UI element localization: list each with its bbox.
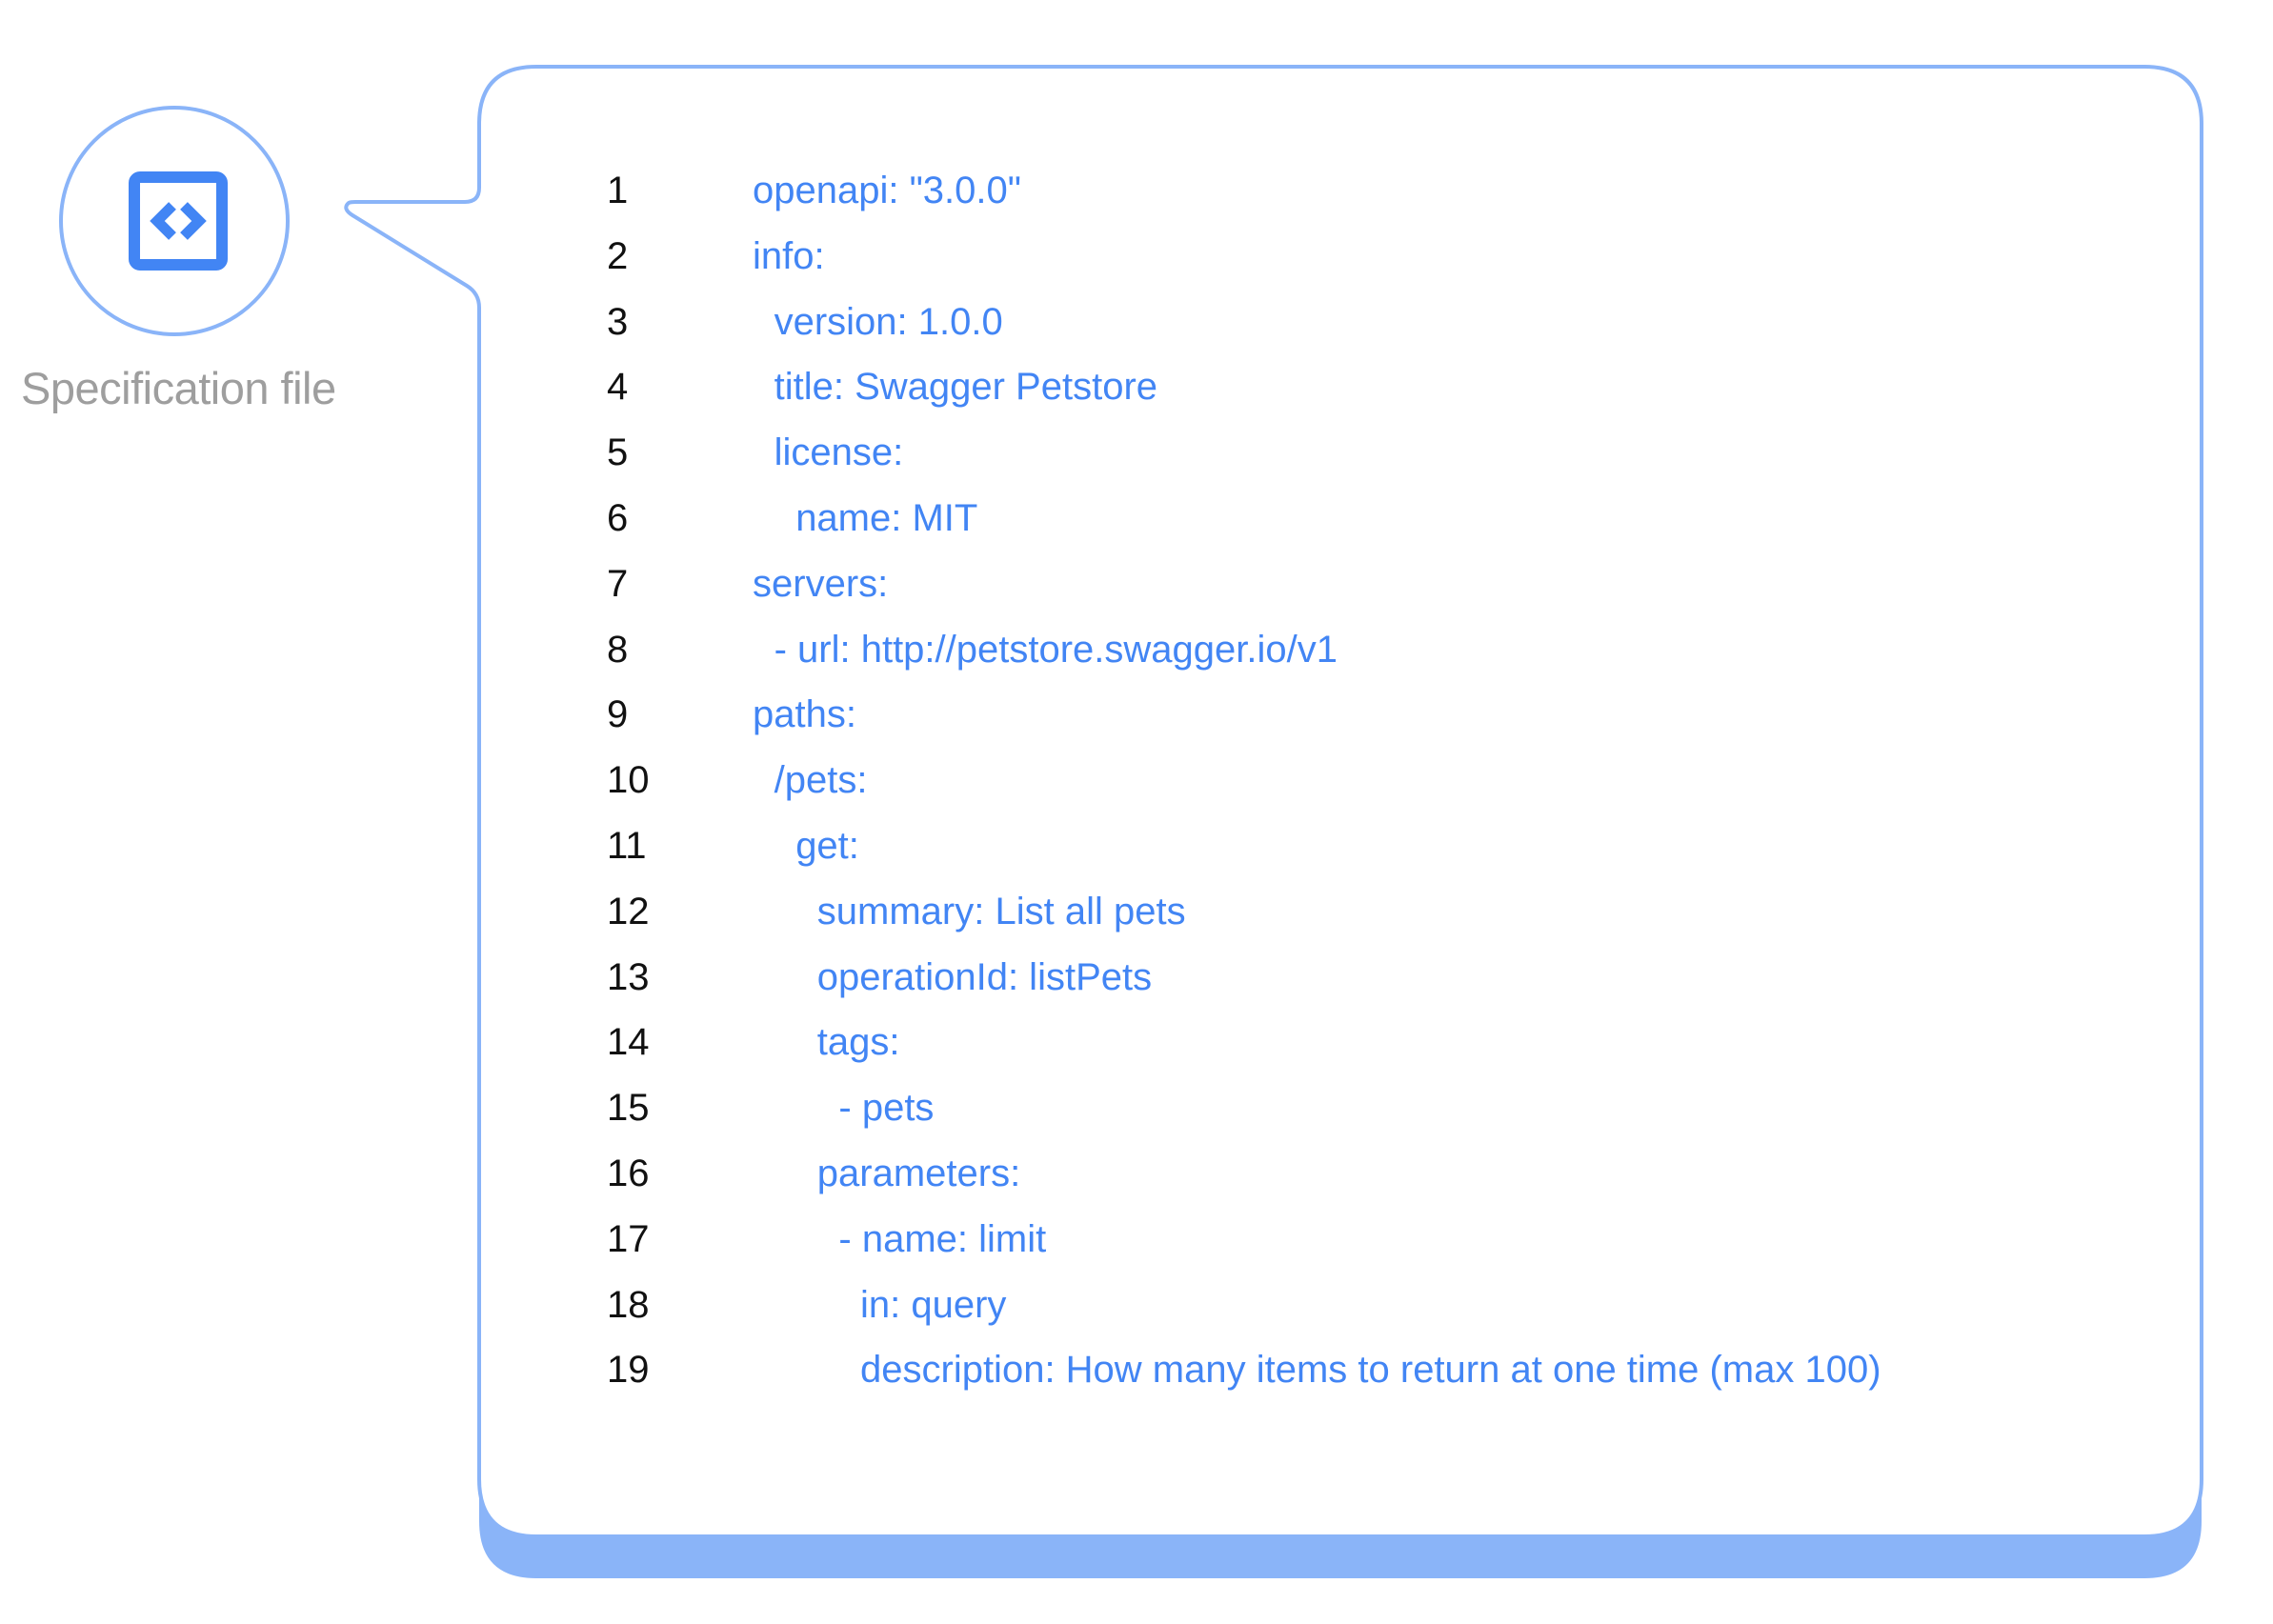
code-text: openapi: "3.0.0" xyxy=(753,170,1021,211)
line-number: 18 xyxy=(607,1283,650,1326)
line-number: 9 xyxy=(607,693,629,736)
code-text: operationId: listPets xyxy=(816,955,1153,998)
line-number: 4 xyxy=(607,366,629,409)
code-text: servers: xyxy=(753,562,889,605)
code-text: tags: xyxy=(816,1021,900,1064)
line-number: 19 xyxy=(607,1349,650,1392)
code-text: - pets xyxy=(838,1087,935,1130)
code-text: paths: xyxy=(753,693,856,736)
code-text: parameters: xyxy=(816,1153,1021,1194)
line-number: 6 xyxy=(607,497,629,539)
line-number: 15 xyxy=(607,1087,650,1130)
code-text: license: xyxy=(774,431,904,474)
line-number: 14 xyxy=(607,1021,650,1064)
line-number: 13 xyxy=(607,955,650,998)
line-number: 17 xyxy=(607,1217,650,1260)
code-text: /pets: xyxy=(774,759,868,802)
line-number: 3 xyxy=(607,300,629,343)
code-text: - url: http://petstore.swagger.io/v1 xyxy=(774,628,1338,671)
code-text: summary: List all pets xyxy=(816,890,1186,932)
line-number: 16 xyxy=(607,1153,650,1194)
code-text: get: xyxy=(795,825,859,867)
line-number: 11 xyxy=(607,825,647,867)
code-text: in: query xyxy=(860,1283,1007,1326)
line-number: 1 xyxy=(607,170,629,211)
line-number: 10 xyxy=(607,759,650,802)
line-number: 7 xyxy=(607,562,629,605)
line-number: 2 xyxy=(607,234,629,277)
line-number: 12 xyxy=(607,890,650,932)
code-text: name: MIT xyxy=(795,497,978,539)
code-text: - name: limit xyxy=(838,1217,1047,1260)
code-text: info: xyxy=(753,234,825,277)
line-number: 8 xyxy=(607,628,629,671)
caption-specification-file: Specification file xyxy=(21,363,336,413)
code-text: version: 1.0.0 xyxy=(774,300,1003,343)
line-number: 5 xyxy=(607,431,629,474)
code-text: title: Swagger Petstore xyxy=(774,366,1158,409)
code-text: description: How many items to return at… xyxy=(860,1349,1881,1392)
code-brackets-icon xyxy=(129,171,228,271)
